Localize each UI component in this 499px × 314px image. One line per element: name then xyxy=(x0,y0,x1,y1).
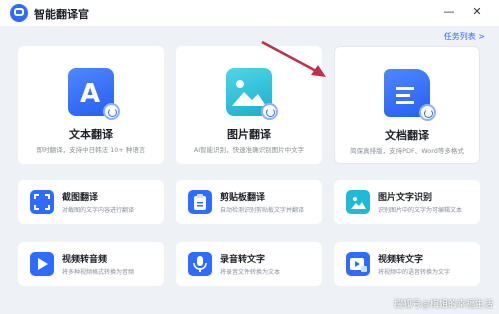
arrow-head xyxy=(311,65,326,77)
annotation-arrow xyxy=(261,40,326,77)
watermark: 搜狐号@梅姐的幸福生活 xyxy=(393,300,493,310)
arrow-shaft xyxy=(261,40,319,74)
